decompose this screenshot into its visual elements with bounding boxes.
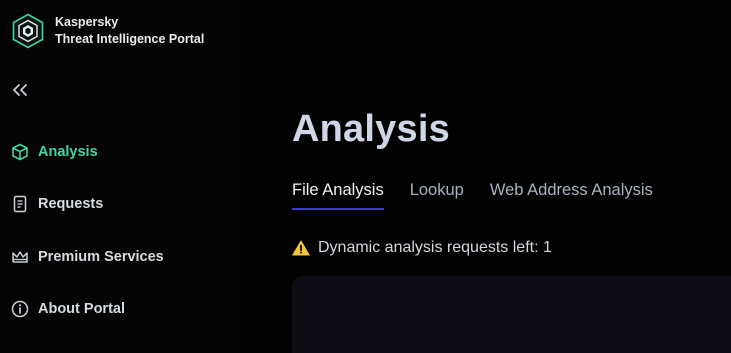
double-chevron-left-icon[interactable] — [11, 82, 31, 98]
tab-bar: File Analysis Lookup Web Address Analysi… — [292, 178, 679, 212]
sidebar-item-label: Premium Services — [38, 249, 164, 265]
tab-web-address-analysis[interactable]: Web Address Analysis — [490, 178, 653, 210]
tab-lookup[interactable]: Lookup — [410, 178, 464, 210]
cube-icon — [12, 143, 28, 161]
brand-name: Kaspersky — [55, 15, 119, 29]
tab-file-analysis[interactable]: File Analysis — [292, 178, 384, 210]
sidebar-item-requests[interactable]: Requests — [11, 193, 103, 215]
app-root: Kaspersky Threat Intelligence Portal Ana… — [0, 0, 731, 353]
document-icon — [13, 195, 27, 213]
sidebar-item-about-portal[interactable]: About Portal — [11, 298, 125, 320]
sidebar-item-analysis[interactable]: Analysis — [11, 141, 98, 163]
brand-product: Threat Intelligence Portal — [55, 32, 205, 46]
sidebar-item-label: About Portal — [38, 301, 125, 317]
brand-text: Kaspersky Threat Intelligence Portal — [55, 14, 204, 48]
info-icon — [11, 300, 29, 318]
sidebar: Kaspersky Threat Intelligence Portal Ana… — [0, 0, 240, 353]
requests-left-notice: Dynamic analysis requests left: 1 — [292, 239, 552, 257]
upload-panel — [292, 276, 731, 353]
notice-text: Dynamic analysis requests left: 1 — [318, 239, 552, 256]
page-title: Analysis — [292, 108, 450, 150]
sidebar-item-premium-services[interactable]: Premium Services — [11, 246, 164, 268]
brand[interactable]: Kaspersky Threat Intelligence Portal — [11, 13, 204, 49]
warning-icon — [292, 240, 310, 256]
sidebar-item-label: Requests — [38, 196, 104, 212]
crown-icon — [12, 251, 28, 263]
sidebar-item-label: Analysis — [38, 144, 98, 160]
kaspersky-hex-logo-icon — [12, 13, 44, 49]
